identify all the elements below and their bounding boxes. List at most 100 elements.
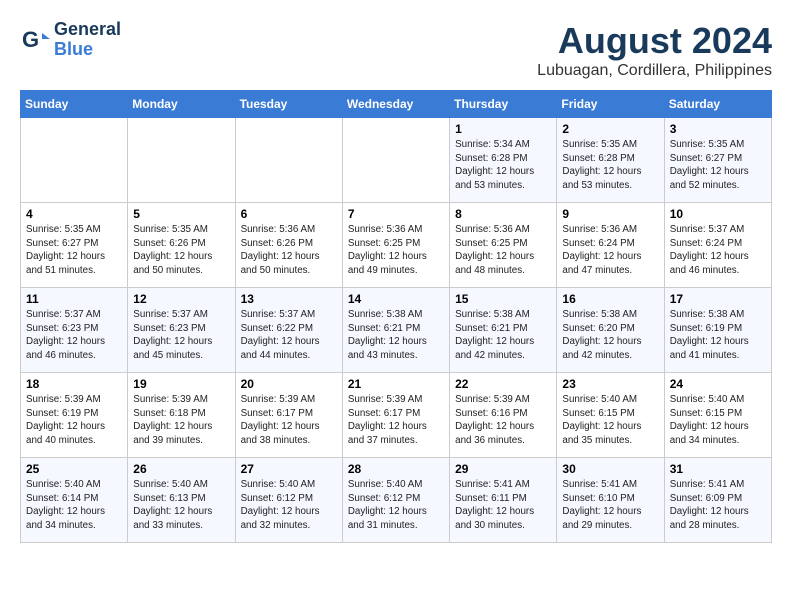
calendar-cell: 8Sunrise: 5:36 AM Sunset: 6:25 PM Daylig… <box>450 203 557 288</box>
day-info: Sunrise: 5:38 AM Sunset: 6:19 PM Dayligh… <box>670 308 766 363</box>
day-info: Sunrise: 5:40 AM Sunset: 6:13 PM Dayligh… <box>133 478 229 533</box>
calendar-cell: 6Sunrise: 5:36 AM Sunset: 6:26 PM Daylig… <box>235 203 342 288</box>
calendar-cell: 15 Sunrise: 5:38 AM Sunset: 6:21 PM Dayli… <box>450 288 557 373</box>
day-info: Sunrise: 5:40 AM Sunset: 6:15 PM Dayligh… <box>562 393 658 448</box>
day-number: 21 <box>348 377 444 391</box>
calendar-week-row: 25 Sunrise: 5:40 AM Sunset: 6:14 PM Dayli… <box>21 458 772 543</box>
calendar-week-row: 1Sunrise: 5:34 AM Sunset: 6:28 PM Daylig… <box>21 118 772 203</box>
day-number: 23 <box>562 377 658 391</box>
logo-blue: Blue <box>54 40 121 60</box>
calendar-cell: 27 Sunrise: 5:40 AM Sunset: 6:12 PM Dayli… <box>235 458 342 543</box>
day-info: Sunrise: 5:37 AM Sunset: 6:24 PM Dayligh… <box>670 223 766 278</box>
day-number: 26 <box>133 462 229 476</box>
calendar-cell: 2Sunrise: 5:35 AM Sunset: 6:28 PM Daylig… <box>557 118 664 203</box>
day-info: Sunrise: 5:39 AM Sunset: 6:16 PM Dayligh… <box>455 393 551 448</box>
calendar-week-row: 4Sunrise: 5:35 AM Sunset: 6:27 PM Daylig… <box>21 203 772 288</box>
title-block: August 2024 Lubuagan, Cordillera, Philip… <box>537 20 772 80</box>
logo-text: General Blue <box>54 20 121 60</box>
day-number: 5 <box>133 207 229 221</box>
day-number: 29 <box>455 462 551 476</box>
weekday-header-tuesday: Tuesday <box>235 91 342 118</box>
calendar-cell: 20 Sunrise: 5:39 AM Sunset: 6:17 PM Dayli… <box>235 373 342 458</box>
day-number: 1 <box>455 122 551 136</box>
day-number: 17 <box>670 292 766 306</box>
day-number: 8 <box>455 207 551 221</box>
calendar-cell: 12 Sunrise: 5:37 AM Sunset: 6:23 PM Dayli… <box>128 288 235 373</box>
calendar-cell: 3Sunrise: 5:35 AM Sunset: 6:27 PM Daylig… <box>664 118 771 203</box>
day-info: Sunrise: 5:38 AM Sunset: 6:21 PM Dayligh… <box>455 308 551 363</box>
calendar-cell: 17 Sunrise: 5:38 AM Sunset: 6:19 PM Dayli… <box>664 288 771 373</box>
calendar-week-row: 11 Sunrise: 5:37 AM Sunset: 6:23 PM Dayli… <box>21 288 772 373</box>
logo: G General Blue <box>20 20 121 60</box>
day-info: Sunrise: 5:39 AM Sunset: 6:17 PM Dayligh… <box>348 393 444 448</box>
calendar-cell: 24Sunrise: 5:40 AM Sunset: 6:15 PM Dayli… <box>664 373 771 458</box>
weekday-header-wednesday: Wednesday <box>342 91 449 118</box>
day-number: 19 <box>133 377 229 391</box>
calendar-cell: 31 Sunrise: 5:41 AM Sunset: 6:09 PM Dayli… <box>664 458 771 543</box>
calendar-cell: 5 Sunrise: 5:35 AM Sunset: 6:26 PM Daylig… <box>128 203 235 288</box>
day-info: Sunrise: 5:38 AM Sunset: 6:20 PM Dayligh… <box>562 308 658 363</box>
calendar-header: SundayMondayTuesdayWednesdayThursdayFrid… <box>21 91 772 118</box>
calendar-cell: 4Sunrise: 5:35 AM Sunset: 6:27 PM Daylig… <box>21 203 128 288</box>
location-subtitle: Lubuagan, Cordillera, Philippines <box>537 62 772 80</box>
calendar-week-row: 18Sunrise: 5:39 AM Sunset: 6:19 PM Dayli… <box>21 373 772 458</box>
calendar-cell: 30 Sunrise: 5:41 AM Sunset: 6:10 PM Dayli… <box>557 458 664 543</box>
day-number: 14 <box>348 292 444 306</box>
day-number: 10 <box>670 207 766 221</box>
day-number: 30 <box>562 462 658 476</box>
calendar-cell: 14Sunrise: 5:38 AM Sunset: 6:21 PM Dayli… <box>342 288 449 373</box>
day-number: 9 <box>562 207 658 221</box>
day-number: 13 <box>241 292 337 306</box>
day-info: Sunrise: 5:36 AM Sunset: 6:25 PM Dayligh… <box>348 223 444 278</box>
day-number: 28 <box>348 462 444 476</box>
day-number: 25 <box>26 462 122 476</box>
logo-icon: G <box>20 25 50 55</box>
svg-text:G: G <box>22 27 39 52</box>
weekday-header-monday: Monday <box>128 91 235 118</box>
day-info: Sunrise: 5:39 AM Sunset: 6:17 PM Dayligh… <box>241 393 337 448</box>
calendar-cell <box>128 118 235 203</box>
day-info: Sunrise: 5:37 AM Sunset: 6:23 PM Dayligh… <box>133 308 229 363</box>
day-info: Sunrise: 5:35 AM Sunset: 6:28 PM Dayligh… <box>562 138 658 193</box>
day-info: Sunrise: 5:40 AM Sunset: 6:12 PM Dayligh… <box>348 478 444 533</box>
day-number: 16 <box>562 292 658 306</box>
day-info: Sunrise: 5:40 AM Sunset: 6:12 PM Dayligh… <box>241 478 337 533</box>
calendar-cell: 21 Sunrise: 5:39 AM Sunset: 6:17 PM Dayli… <box>342 373 449 458</box>
day-number: 12 <box>133 292 229 306</box>
weekday-header-sunday: Sunday <box>21 91 128 118</box>
day-info: Sunrise: 5:39 AM Sunset: 6:18 PM Dayligh… <box>133 393 229 448</box>
day-number: 20 <box>241 377 337 391</box>
calendar-cell <box>342 118 449 203</box>
day-number: 31 <box>670 462 766 476</box>
weekday-header-thursday: Thursday <box>450 91 557 118</box>
page-header: G General Blue August 2024 Lubuagan, Cor… <box>20 20 772 80</box>
day-number: 11 <box>26 292 122 306</box>
calendar-cell: 22Sunrise: 5:39 AM Sunset: 6:16 PM Dayli… <box>450 373 557 458</box>
day-number: 15 <box>455 292 551 306</box>
day-number: 3 <box>670 122 766 136</box>
day-info: Sunrise: 5:35 AM Sunset: 6:26 PM Dayligh… <box>133 223 229 278</box>
calendar-cell <box>235 118 342 203</box>
day-number: 27 <box>241 462 337 476</box>
weekday-header-row: SundayMondayTuesdayWednesdayThursdayFrid… <box>21 91 772 118</box>
day-info: Sunrise: 5:41 AM Sunset: 6:09 PM Dayligh… <box>670 478 766 533</box>
calendar-cell: 29Sunrise: 5:41 AM Sunset: 6:11 PM Dayli… <box>450 458 557 543</box>
day-number: 6 <box>241 207 337 221</box>
calendar-table: SundayMondayTuesdayWednesdayThursdayFrid… <box>20 90 772 543</box>
day-info: Sunrise: 5:36 AM Sunset: 6:24 PM Dayligh… <box>562 223 658 278</box>
calendar-cell: 25 Sunrise: 5:40 AM Sunset: 6:14 PM Dayli… <box>21 458 128 543</box>
day-number: 7 <box>348 207 444 221</box>
logo-general: General <box>54 20 121 40</box>
day-number: 18 <box>26 377 122 391</box>
day-info: Sunrise: 5:40 AM Sunset: 6:14 PM Dayligh… <box>26 478 122 533</box>
calendar-cell: 26 Sunrise: 5:40 AM Sunset: 6:13 PM Dayli… <box>128 458 235 543</box>
calendar-cell: 9 Sunrise: 5:36 AM Sunset: 6:24 PM Daylig… <box>557 203 664 288</box>
calendar-cell: 13Sunrise: 5:37 AM Sunset: 6:22 PM Dayli… <box>235 288 342 373</box>
calendar-cell <box>21 118 128 203</box>
day-number: 24 <box>670 377 766 391</box>
day-info: Sunrise: 5:41 AM Sunset: 6:10 PM Dayligh… <box>562 478 658 533</box>
calendar-cell: 10 Sunrise: 5:37 AM Sunset: 6:24 PM Dayli… <box>664 203 771 288</box>
weekday-header-saturday: Saturday <box>664 91 771 118</box>
calendar-cell: 23 Sunrise: 5:40 AM Sunset: 6:15 PM Dayli… <box>557 373 664 458</box>
weekday-header-friday: Friday <box>557 91 664 118</box>
